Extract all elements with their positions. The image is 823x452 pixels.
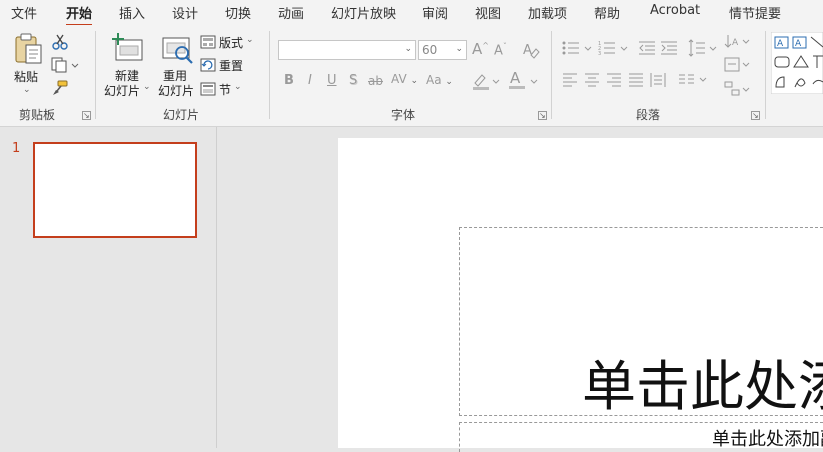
decrease-indent-icon[interactable] bbox=[638, 39, 656, 57]
new-slide-button[interactable]: 幻灯片 bbox=[104, 82, 140, 99]
svg-text:A: A bbox=[732, 38, 739, 48]
svg-text:3: 3 bbox=[598, 51, 601, 57]
paste-icon[interactable] bbox=[14, 33, 44, 65]
layout-dropdown-icon[interactable]: ⌄ bbox=[246, 35, 254, 45]
grow-font-glyph: A bbox=[472, 40, 483, 58]
svg-text:A: A bbox=[777, 39, 784, 49]
font-size-combo[interactable]: 60 ⌄ bbox=[418, 40, 467, 60]
svg-text:A: A bbox=[523, 43, 532, 58]
menu-bar: 文件 开始 插入 设计 切换 动画 幻灯片放映 审阅 视图 加载项 帮助 Acr… bbox=[0, 0, 823, 27]
layout-button[interactable]: 版式 bbox=[219, 34, 243, 51]
tab-view[interactable]: 视图 bbox=[475, 3, 501, 22]
paragraph-group-label: 段落 bbox=[636, 108, 661, 122]
tab-review[interactable]: 审阅 bbox=[422, 3, 448, 22]
align-text-icon[interactable] bbox=[724, 57, 752, 73]
tab-slideshow[interactable]: 幻灯片放映 bbox=[331, 3, 396, 22]
strikethrough-button[interactable]: ab bbox=[368, 74, 383, 88]
copy-icon[interactable] bbox=[51, 57, 79, 73]
group-divider bbox=[551, 31, 552, 119]
tab-design[interactable]: 设计 bbox=[172, 3, 198, 22]
increase-indent-icon[interactable] bbox=[660, 39, 678, 57]
font-name-combo[interactable]: ⌄ bbox=[278, 40, 416, 60]
font-color-icon[interactable]: A bbox=[508, 70, 540, 90]
text-shadow-button[interactable]: S bbox=[349, 73, 357, 88]
tab-file[interactable]: 文件 bbox=[11, 3, 37, 22]
svg-text:A: A bbox=[795, 39, 802, 49]
cut-icon[interactable] bbox=[52, 34, 68, 50]
shrink-font-glyph: A bbox=[494, 43, 503, 59]
reuse-slides-icon[interactable] bbox=[162, 35, 194, 65]
font-size-value: 60 bbox=[422, 43, 438, 57]
group-divider bbox=[95, 31, 96, 119]
character-spacing-glyph: AV bbox=[391, 72, 407, 86]
distributed-icon[interactable] bbox=[650, 72, 666, 88]
reset-button[interactable]: 重置 bbox=[219, 57, 243, 74]
paragraph-launcher-icon[interactable]: ↘ bbox=[751, 111, 760, 120]
paste-dropdown-icon[interactable]: ⌄ bbox=[23, 85, 31, 95]
font-group-label: 字体 bbox=[391, 108, 416, 122]
change-case-button[interactable]: Aa ⌄ bbox=[426, 73, 453, 87]
clear-formatting-icon[interactable]: A bbox=[522, 41, 540, 59]
align-center-icon[interactable] bbox=[584, 72, 600, 88]
tab-home[interactable]: 开始 bbox=[66, 3, 93, 27]
slide-thumbnail[interactable] bbox=[33, 142, 197, 238]
section-button[interactable]: 节 bbox=[219, 81, 231, 98]
character-spacing-button[interactable]: AV ⌄ bbox=[391, 72, 418, 86]
line-spacing-icon[interactable] bbox=[686, 39, 720, 57]
title-placeholder[interactable]: 单击此处添加标题 bbox=[459, 227, 823, 416]
reset-icon[interactable] bbox=[200, 58, 216, 72]
justify-icon[interactable] bbox=[628, 72, 644, 88]
font-launcher-icon[interactable]: ↘ bbox=[538, 111, 547, 120]
svg-text:A: A bbox=[510, 70, 521, 87]
tab-addins[interactable]: 加载项 bbox=[528, 3, 567, 22]
align-left-icon[interactable] bbox=[562, 72, 578, 88]
tab-insert[interactable]: 插入 bbox=[119, 3, 145, 22]
tab-help[interactable]: 帮助 bbox=[594, 3, 620, 22]
shapes-gallery[interactable]: A A bbox=[771, 32, 823, 94]
change-case-glyph: Aa bbox=[426, 73, 442, 87]
italic-button[interactable]: I bbox=[308, 73, 312, 88]
font-name-dropdown-icon[interactable]: ⌄ bbox=[404, 44, 412, 54]
reuse-slides-button[interactable]: 幻灯片 bbox=[158, 82, 194, 99]
section-icon[interactable] bbox=[200, 82, 216, 96]
new-slide-icon[interactable] bbox=[112, 33, 144, 63]
bullets-icon[interactable] bbox=[561, 39, 595, 57]
underline-button[interactable]: U bbox=[327, 73, 337, 88]
section-dropdown-icon[interactable]: ⌄ bbox=[234, 82, 242, 92]
highlight-color-icon[interactable] bbox=[472, 72, 502, 90]
bold-button[interactable]: B bbox=[284, 73, 294, 88]
slide-number: 1 bbox=[12, 141, 21, 156]
tab-acrobat[interactable]: Acrobat bbox=[650, 3, 700, 18]
smartart-convert-icon[interactable] bbox=[724, 80, 752, 98]
tab-storyboard[interactable]: 情节提要 bbox=[729, 3, 781, 22]
numbering-icon[interactable]: 123 bbox=[598, 39, 632, 57]
title-placeholder-text: 单击此处添加标题 bbox=[582, 355, 823, 416]
tab-transitions[interactable]: 切换 bbox=[225, 3, 251, 22]
ribbon: 粘贴 ⌄ 剪贴板 ↘ 新建 幻灯片 ⌄ 重用 幻灯片 版式 ⌄ 重置 节 ⌄ 幻… bbox=[0, 25, 823, 127]
group-divider bbox=[269, 31, 270, 119]
clipboard-group-label: 剪贴板 bbox=[19, 108, 56, 122]
subtitle-placeholder-text: 单击此处添加副标题 bbox=[712, 429, 823, 450]
shrink-font-button[interactable]: Aˇ bbox=[494, 42, 507, 58]
group-divider bbox=[765, 31, 766, 119]
layout-icon[interactable] bbox=[200, 35, 216, 49]
text-direction-icon[interactable]: A bbox=[724, 33, 752, 51]
slides-group-label: 幻灯片 bbox=[163, 108, 200, 122]
font-size-dropdown-icon[interactable]: ⌄ bbox=[455, 44, 463, 54]
columns-icon[interactable] bbox=[678, 72, 712, 88]
format-painter-icon[interactable] bbox=[52, 80, 68, 96]
tab-animations[interactable]: 动画 bbox=[278, 3, 304, 22]
align-right-icon[interactable] bbox=[606, 72, 622, 88]
new-slide-dropdown-icon[interactable]: ⌄ bbox=[143, 82, 151, 92]
grow-font-button[interactable]: A^ bbox=[472, 40, 489, 58]
clipboard-launcher-icon[interactable]: ↘ bbox=[82, 111, 91, 120]
paste-button[interactable]: 粘贴 bbox=[14, 68, 38, 85]
